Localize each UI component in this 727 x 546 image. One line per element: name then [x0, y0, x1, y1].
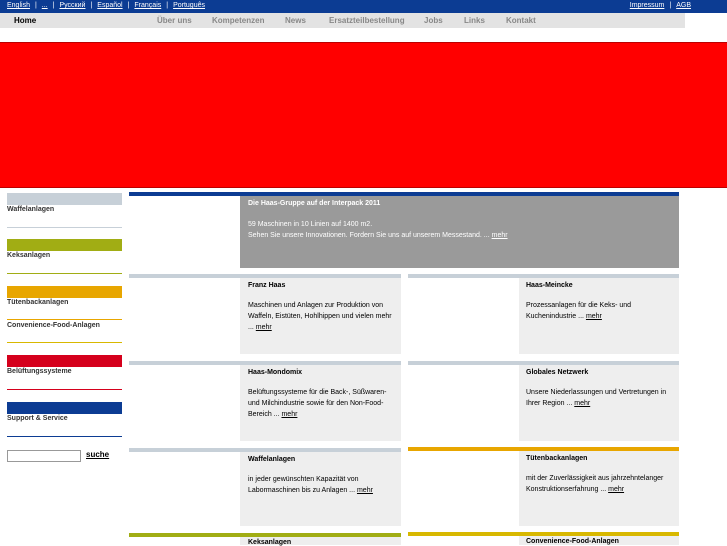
box-title-waffelanlagen: Waffelanlagen — [248, 456, 296, 463]
box-body-tuetenbackanlagen: mit der Zuverlässigkeit aus jahrzehntela… — [526, 475, 664, 493]
box-body-globales-netzwerk: Unsere Niederlassungen und Vertretungen … — [526, 389, 667, 407]
nav-item-kontakt[interactable]: Kontakt — [506, 16, 536, 25]
box-title-haas-mondomix: Haas-Mondomix — [248, 369, 303, 376]
lang-link-russian[interactable]: Русский — [59, 2, 85, 9]
search-input[interactable] — [7, 450, 81, 462]
sidebar-item-keksanlagen[interactable]: Keksanlagen — [7, 252, 50, 259]
nav-item-jobs[interactable]: Jobs — [424, 16, 443, 25]
sidebar-divider — [7, 319, 122, 320]
search-button[interactable]: suche — [86, 450, 109, 459]
sidebar-item-convenience[interactable]: Convenience-Food-Anlagen — [7, 322, 100, 329]
nav-item-news[interactable]: News — [285, 16, 306, 25]
lang-link-other[interactable]: ... — [42, 2, 48, 9]
feature-title: Die Haas-Gruppe auf der Interpack 2011 — [248, 200, 381, 207]
box-body-waffelanlagen: in jeder gewünschten Kapazität von Labor… — [248, 476, 359, 494]
feature-line-1: 59 Maschinen in 10 Linien auf 1400 m2. — [248, 221, 373, 228]
box-title-tuetenbackanlagen: Tütenbackanlagen — [526, 455, 588, 462]
box-text-haas-meincke: Prozessanlagen für die Keks- und Kucheni… — [526, 300, 672, 322]
sidebar-color-bar-belueftung — [7, 355, 122, 367]
lang-link-spanish[interactable]: Español — [97, 2, 122, 9]
box-text-waffelanlagen: in jeder gewünschten Kapazität von Labor… — [248, 474, 396, 496]
sidebar-color-bar-tueten — [7, 286, 122, 298]
hero-banner — [0, 42, 727, 188]
box-text-tuetenbackanlagen: mit der Zuverlässigkeit aus jahrzehntela… — [526, 473, 672, 495]
legal-links: Impressum | AGB — [629, 2, 691, 9]
feature-text: 59 Maschinen in 10 Linien auf 1400 m2. S… — [248, 219, 668, 241]
impressum-link[interactable]: Impressum — [630, 2, 665, 9]
box-body-haas-mondomix: Belüftungssysteme für die Back-, Süßware… — [248, 389, 387, 418]
feature-line-2: Sehen Sie unsere Innovationen. Fordern S… — [248, 232, 490, 239]
sidebar-color-bar-support — [7, 402, 122, 414]
more-link-waffelanlagen[interactable]: mehr — [357, 487, 373, 494]
lang-link-french[interactable]: Français — [134, 2, 161, 9]
sidebar-divider — [7, 436, 122, 437]
box-title-convenience: Convenience-Food-Anlagen — [526, 538, 619, 545]
nav-item-ersatzteilbestellung[interactable]: Ersatzteilbestellung — [329, 16, 405, 25]
box-title-globales-netzwerk: Globales Netzwerk — [526, 369, 589, 376]
lang-link-portuguese[interactable]: Português — [173, 2, 205, 9]
agb-link[interactable]: AGB — [676, 2, 691, 9]
sidebar-divider — [7, 342, 122, 343]
sidebar-divider — [7, 227, 122, 228]
nav-item-ueber-uns[interactable]: Über uns — [157, 16, 192, 25]
more-link-tuetenbackanlagen[interactable]: mehr — [608, 486, 624, 493]
box-text-haas-mondomix: Belüftungssysteme für die Back-, Süßware… — [248, 387, 396, 420]
box-text-globales-netzwerk: Unsere Niederlassungen und Vertretungen … — [526, 387, 672, 409]
sidebar-divider — [7, 273, 122, 274]
nav-item-links[interactable]: Links — [464, 16, 485, 25]
sidebar-divider — [7, 389, 122, 390]
more-link-haas-mondomix[interactable]: mehr — [281, 411, 297, 418]
more-link-franz-haas[interactable]: mehr — [256, 324, 272, 331]
sidebar-item-belueftungssysteme[interactable]: Belüftungssysteme — [7, 368, 72, 375]
box-body-haas-meincke: Prozessanlagen für die Keks- und Kucheni… — [526, 302, 632, 320]
sidebar-color-bar-waffel — [7, 193, 122, 205]
sidebar-item-waffelanlagen[interactable]: Waffelanlagen — [7, 206, 54, 213]
feature-more-link[interactable]: mehr — [492, 232, 508, 239]
nav-item-kompetenzen[interactable]: Kompetenzen — [212, 16, 264, 25]
lang-link-english[interactable]: English — [7, 2, 30, 9]
sidebar-color-bar-keks — [7, 239, 122, 251]
sidebar-item-support-service[interactable]: Support & Service — [7, 415, 68, 422]
box-text-franz-haas: Maschinen und Anlagen zur Produktion von… — [248, 300, 396, 333]
language-links: English |... | Русский | Español | Français | Por… — [7, 2, 205, 9]
more-link-globales-netzwerk[interactable]: mehr — [574, 400, 590, 407]
box-title-haas-meincke: Haas-Meincke — [526, 282, 573, 289]
sidebar-item-tuetenbackanlagen[interactable]: Tütenbackanlagen — [7, 299, 68, 306]
box-title-franz-haas: Franz Haas — [248, 282, 286, 289]
nav-item-home[interactable]: Home — [14, 16, 36, 25]
more-link-haas-meincke[interactable]: mehr — [586, 313, 602, 320]
